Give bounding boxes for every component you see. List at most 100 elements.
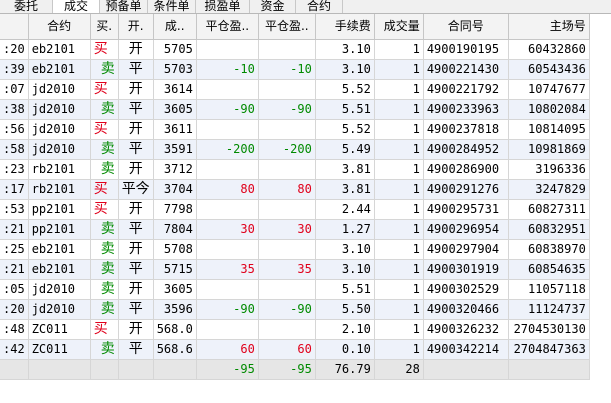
total-close-pnl-2: -95 <box>258 359 316 380</box>
table-row[interactable]: :07 jd2010 买开 3614 5.52 1 4900221792 10747677 <box>0 79 590 100</box>
table-row[interactable]: :39 eb2101 卖平 5703 -10 -10 3.10 1 4900221430 6054… <box>0 59 590 80</box>
time-cell: :58 <box>0 139 29 160</box>
table-row[interactable]: :48 ZC011 买开 568.0 2.10 1 4900326232 2704530130 <box>0 319 590 340</box>
column-header-order-no[interactable]: 合同号 <box>423 14 509 40</box>
column-header-pnl1[interactable]: 平仓盈.. <box>196 14 259 40</box>
volume-cell: 1 <box>374 199 424 220</box>
contract-cell: eb2101 <box>28 39 91 60</box>
table-row[interactable]: :05 jd2010 卖开 3605 5.51 1 4900302529 11057118 <box>0 279 590 300</box>
close-pnl-2-cell <box>258 199 316 220</box>
volume-cell: 1 <box>374 139 424 160</box>
close-pnl-cell <box>196 159 259 180</box>
column-header-pnl2[interactable]: 平仓盈.. <box>258 14 316 40</box>
tab-2[interactable]: 预备单 <box>100 0 148 13</box>
close-pnl-cell: -90 <box>196 99 259 120</box>
totals-empty-cell <box>153 359 197 380</box>
fee-cell: 3.10 <box>315 39 375 60</box>
table-row[interactable]: :56 jd2010 买开 3611 5.52 1 4900237818 10814095 <box>0 119 590 140</box>
time-cell: :56 <box>0 119 29 140</box>
fee-cell: 5.49 <box>315 139 375 160</box>
exchange-number-cell: 60543436 <box>508 59 590 80</box>
totals-empty-cell <box>28 359 91 380</box>
table-row[interactable]: :42 ZC011 卖平 568.6 60 60 0.10 1 4900342214 270484… <box>0 339 590 360</box>
contract-cell: pp2101 <box>28 219 91 240</box>
contract-cell: jd2010 <box>28 279 91 300</box>
table-row[interactable]: :38 jd2010 卖平 3605 -90 -90 5.51 1 4900233963 1080… <box>0 99 590 120</box>
table-row[interactable]: :58 jd2010 卖平 3591 -200 -200 5.49 1 4900284952 10… <box>0 139 590 160</box>
total-fee: 76.79 <box>315 359 375 380</box>
column-header-fee[interactable]: 手续费 <box>315 14 375 40</box>
order-number-cell: 4900295731 <box>423 199 509 220</box>
exchange-number-cell: 60832951 <box>508 219 590 240</box>
volume-cell: 1 <box>374 99 424 120</box>
table-row[interactable]: :23 rb2101 卖开 3712 3.81 1 4900286900 3196336 <box>0 159 590 180</box>
close-pnl-cell <box>196 239 259 260</box>
close-pnl-2-cell: 60 <box>258 339 316 360</box>
tab-5[interactable]: 资金 <box>250 0 296 13</box>
table-row[interactable]: :17 rb2101 买平今 3704 80 80 3.81 1 4900291276 32478… <box>0 179 590 200</box>
time-cell: :21 <box>0 259 29 280</box>
order-number-cell: 4900237818 <box>423 119 509 140</box>
exchange-number-cell: 10802084 <box>508 99 590 120</box>
volume-cell: 1 <box>374 39 424 60</box>
exchange-number-cell: 2704530130 <box>508 319 590 340</box>
totals-row: -95 -95 76.79 28 <box>0 359 590 380</box>
price-cell: 568.0 <box>153 319 197 340</box>
price-cell: 7804 <box>153 219 197 240</box>
volume-cell: 1 <box>374 59 424 80</box>
column-header-price[interactable]: 成.. <box>153 14 197 40</box>
offset-cell: 平 <box>118 139 154 160</box>
side-cell: 卖 <box>90 339 119 360</box>
tab-4[interactable]: 损盈单 <box>196 0 250 13</box>
offset-cell: 开 <box>118 239 154 260</box>
order-number-cell: 4900297904 <box>423 239 509 260</box>
close-pnl-2-cell <box>258 79 316 100</box>
fee-cell: 3.81 <box>315 159 375 180</box>
price-cell: 5708 <box>153 239 197 260</box>
fee-cell: 0.10 <box>315 339 375 360</box>
close-pnl-cell <box>196 199 259 220</box>
price-cell: 3712 <box>153 159 197 180</box>
price-cell: 3611 <box>153 119 197 140</box>
order-number-cell: 4900190195 <box>423 39 509 60</box>
column-header-vol[interactable]: 成交量 <box>374 14 424 40</box>
contract-cell: eb2101 <box>28 239 91 260</box>
side-cell: 卖 <box>90 299 119 320</box>
table-row[interactable]: :53 pp2101 买开 7798 2.44 1 4900295731 60827311 <box>0 199 590 220</box>
close-pnl-2-cell <box>258 159 316 180</box>
offset-cell: 平 <box>118 299 154 320</box>
tab-3[interactable]: 条件单 <box>148 0 196 13</box>
tab-6[interactable]: 合约 <box>296 0 343 13</box>
column-header-exch-no[interactable]: 主场号 <box>508 14 590 40</box>
close-pnl-cell <box>196 319 259 340</box>
table-row[interactable]: :25 eb2101 卖开 5708 3.10 1 4900297904 60838970 <box>0 239 590 260</box>
column-header-offset[interactable]: 开. <box>118 14 154 40</box>
time-cell: :48 <box>0 319 29 340</box>
price-cell: 3596 <box>153 299 197 320</box>
close-pnl-2-cell <box>258 319 316 340</box>
column-header-contract[interactable]: 合约 <box>28 14 91 40</box>
time-cell: :25 <box>0 239 29 260</box>
table-row[interactable]: :20 jd2010 卖平 3596 -90 -90 5.50 1 4900320466 1112… <box>0 299 590 320</box>
side-cell: 买 <box>90 199 119 220</box>
table-row[interactable]: :21 pp2101 卖平 7804 30 30 1.27 1 4900296954 608329… <box>0 219 590 240</box>
close-pnl-cell: 30 <box>196 219 259 240</box>
table-row[interactable]: :21 eb2101 卖平 5715 35 35 3.10 1 4900301919 608546… <box>0 259 590 280</box>
offset-cell: 开 <box>118 279 154 300</box>
close-pnl-2-cell: -10 <box>258 59 316 80</box>
order-number-cell: 4900320466 <box>423 299 509 320</box>
table-row[interactable]: :20 eb2101 买开 5705 3.10 1 4900190195 60432860 <box>0 39 590 60</box>
total-volume: 28 <box>374 359 424 380</box>
time-cell: :20 <box>0 39 29 60</box>
offset-cell: 开 <box>118 119 154 140</box>
tab-0[interactable]: 委托 <box>0 0 53 13</box>
close-pnl-2-cell: 35 <box>258 259 316 280</box>
volume-cell: 1 <box>374 79 424 100</box>
offset-cell: 开 <box>118 199 154 220</box>
tab-bar: 委托 成交 预备单 条件单 损盈单 资金 合约 <box>0 0 611 14</box>
exchange-number-cell: 10981869 <box>508 139 590 160</box>
column-header-side[interactable]: 买. <box>90 14 119 40</box>
column-header-time[interactable] <box>0 14 29 40</box>
order-number-cell: 4900284952 <box>423 139 509 160</box>
tab-1[interactable]: 成交 <box>53 0 100 13</box>
